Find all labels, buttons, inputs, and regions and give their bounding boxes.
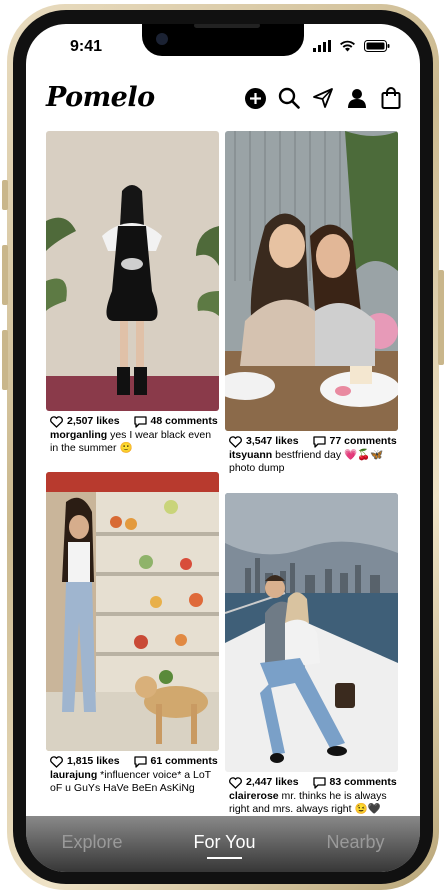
send-icon[interactable] (312, 87, 334, 109)
phone-power-button (438, 270, 444, 365)
comments-count: 61 comments (150, 755, 218, 767)
post-meta: 2,507 likes 48 comments morganling yes I… (46, 415, 219, 455)
tab-explore[interactable]: Explore (61, 832, 122, 857)
app-logo[interactable]: Pomelo (46, 82, 155, 113)
likes-count: 2,447 likes (246, 776, 299, 788)
comments-count: 77 comments (329, 435, 397, 447)
heart-icon[interactable] (50, 755, 63, 768)
post-meta: 3,547 likes 77 comments itsyuann bestfri… (225, 435, 398, 475)
post-caption: laurajung *influencer voice* a LoT oF u … (50, 769, 219, 795)
post-card[interactable]: 2,447 likes 83 comments clairerose mr. t… (225, 493, 398, 816)
comment-icon[interactable] (133, 415, 147, 428)
post-username[interactable]: morganling (50, 429, 107, 441)
post-image[interactable] (225, 131, 398, 431)
heart-icon[interactable] (229, 776, 242, 789)
post-card[interactable]: 3,547 likes 77 comments itsyuann bestfri… (225, 131, 398, 475)
tab-nearby[interactable]: Nearby (326, 832, 384, 857)
header-actions (244, 87, 402, 109)
app-screen: 9:41 Pomelo 2,507 likes 48 comments morg… (26, 24, 420, 872)
search-icon[interactable] (278, 87, 300, 109)
bottom-tab-bar: Explore For You Nearby (26, 816, 420, 872)
post-card[interactable]: 1,815 likes 61 comments laurajung *influ… (46, 472, 219, 795)
post-image[interactable] (46, 131, 219, 411)
shopping-bag-icon[interactable] (380, 87, 402, 109)
comments-count: 48 comments (150, 415, 218, 427)
post-image[interactable] (46, 472, 219, 751)
battery-icon (364, 40, 390, 52)
heart-icon[interactable] (229, 435, 242, 448)
post-caption: clairerose mr. thinks he is always right… (229, 790, 398, 816)
post-stats: 3,547 likes 77 comments (229, 435, 398, 448)
likes-count: 2,507 likes (67, 415, 120, 427)
post-stats: 2,447 likes 83 comments (229, 776, 398, 789)
comments-count: 83 comments (329, 776, 397, 788)
post-stats: 1,815 likes 61 comments (50, 755, 219, 768)
post-caption: morganling yes I wear black even in the … (50, 429, 219, 455)
tab-for-you[interactable]: For You (193, 832, 256, 859)
profile-icon[interactable] (346, 87, 368, 109)
post-username[interactable]: laurajung (50, 769, 97, 781)
status-time: 9:41 (70, 38, 103, 55)
heart-icon[interactable] (50, 415, 63, 428)
comment-icon[interactable] (133, 755, 147, 768)
post-username[interactable]: clairerose (229, 790, 279, 802)
likes-count: 1,815 likes (67, 755, 120, 767)
phone-volume-down (2, 330, 8, 390)
post-stats: 2,507 likes 48 comments (50, 415, 219, 428)
post-meta: 2,447 likes 83 comments clairerose mr. t… (225, 776, 398, 816)
post-meta: 1,815 likes 61 comments laurajung *influ… (46, 755, 219, 795)
front-camera (156, 33, 168, 45)
post-username[interactable]: itsyuann (229, 449, 272, 461)
post-image[interactable] (225, 493, 398, 772)
signal-icon (313, 40, 331, 52)
likes-count: 3,547 likes (246, 435, 299, 447)
add-icon[interactable] (244, 87, 266, 109)
wifi-icon (340, 40, 355, 52)
phone-volume-up (2, 245, 8, 305)
status-icons (313, 40, 390, 52)
speaker (194, 24, 260, 28)
post-caption: itsyuann bestfriend day 💗🍒🦋 photo dump (229, 449, 398, 475)
comment-icon[interactable] (312, 776, 326, 789)
phone-side-button (2, 180, 8, 210)
notch (142, 24, 304, 56)
post-card[interactable]: 2,507 likes 48 comments morganling yes I… (46, 131, 219, 455)
comment-icon[interactable] (312, 435, 326, 448)
